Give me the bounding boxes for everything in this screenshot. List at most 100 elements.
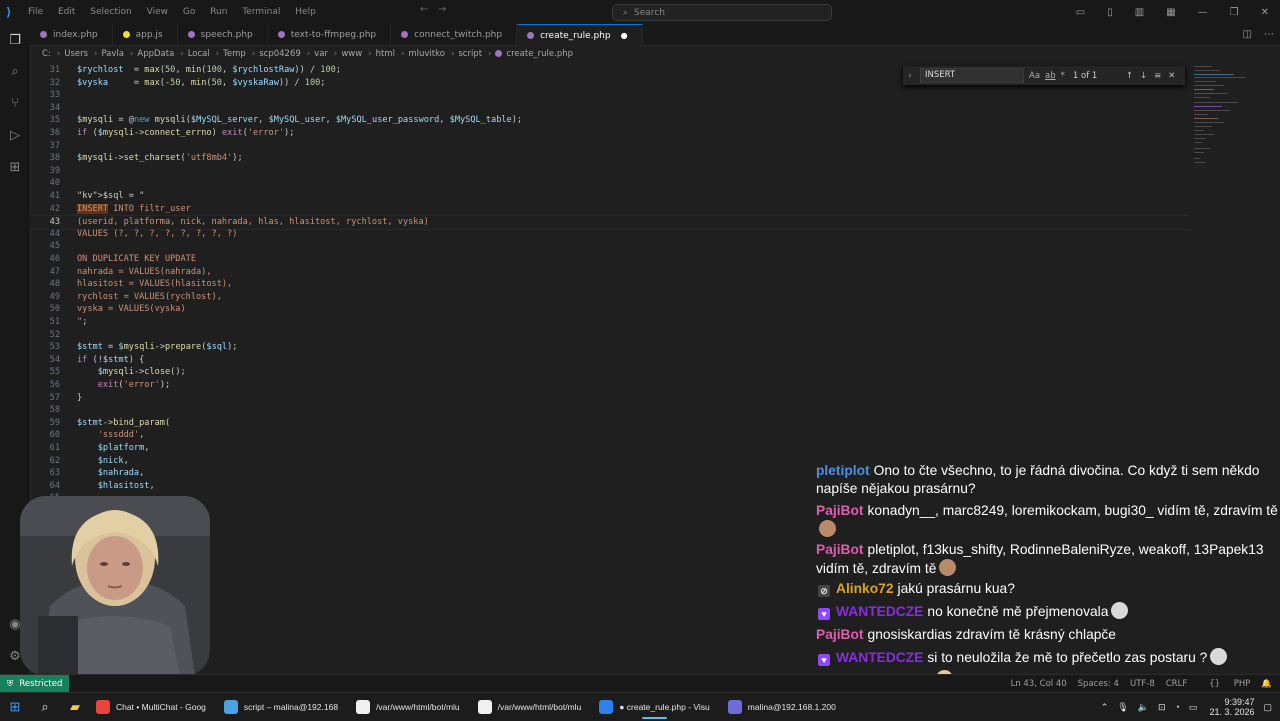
restricted-mode-indicator[interactable]: ⛨ Restricted [0, 675, 70, 692]
code-line[interactable]: 58 [30, 404, 1190, 417]
explorer-icon[interactable]: ❐ [6, 32, 24, 50]
forward-arrow-icon[interactable]: → [438, 4, 446, 15]
mic-icon[interactable]: 🎙 [1117, 702, 1128, 713]
breadcrumb-item[interactable]: scp04269 [259, 49, 301, 59]
breadcrumb-item[interactable]: mluvitko [408, 49, 445, 59]
volume-icon[interactable]: 🔈 [1138, 702, 1149, 713]
code-line[interactable]: 36 if ($mysqli->connect_errno) exit('erro… [30, 127, 1190, 140]
code-line[interactable]: 47 nahrada = VALUES(nahrada), [30, 266, 1190, 279]
file-explorer-icon[interactable]: ▰ [64, 696, 86, 718]
code-line[interactable]: 37 [30, 140, 1190, 153]
encoding[interactable]: UTF-8 [1130, 679, 1155, 689]
menu-help[interactable]: Help [295, 7, 316, 17]
menu-edit[interactable]: Edit [58, 7, 75, 17]
menu-view[interactable]: View [147, 7, 168, 17]
menu-selection[interactable]: Selection [90, 7, 131, 17]
code-line[interactable]: 51 "; [30, 316, 1190, 329]
code-line[interactable]: 40 [30, 177, 1190, 190]
tab-connect-twitch-php[interactable]: connect_twitch.php [391, 24, 518, 45]
code-line[interactable]: 52 [30, 329, 1190, 342]
minimize-icon[interactable]: — [1198, 7, 1208, 18]
taskbar-app-button[interactable]: script – malina@192.168 [218, 694, 344, 720]
back-arrow-icon[interactable]: ← [420, 4, 428, 15]
source-control-icon[interactable]: ⑂ [6, 95, 24, 113]
layout-icon[interactable]: ▯ [1107, 7, 1113, 18]
previous-match-arrow-icon[interactable]: ↑ [1126, 71, 1133, 81]
more-actions-icon[interactable]: ⋯ [1264, 29, 1274, 40]
breadcrumb-item[interactable]: Pavla [101, 49, 124, 59]
breadcrumb-item[interactable]: Local [188, 49, 210, 59]
code-editor[interactable]: 31 $rychlost = max(50, min(100, $rychlost… [30, 62, 1190, 502]
cursor-position[interactable]: Ln 43, Col 40 [1011, 679, 1067, 689]
code-line[interactable]: 41 "kv">$sql = " [30, 190, 1190, 203]
tray-overflow-chevron-icon[interactable]: ⌃ [1101, 702, 1109, 713]
breadcrumb-item[interactable]: var [314, 49, 328, 59]
code-line[interactable]: 39 [30, 165, 1190, 178]
search-icon[interactable]: ⌕ [34, 696, 56, 718]
code-line[interactable]: 44 VALUES (?, ?, ?, ?, ?, ?, ?, ?) [30, 228, 1190, 241]
code-line[interactable]: 56 exit('error'); [30, 379, 1190, 392]
layout-icon[interactable]: ▦ [1166, 7, 1175, 18]
search-icon[interactable]: ⌕ [6, 63, 24, 81]
code-line[interactable]: 55 $mysqli->close(); [30, 366, 1190, 379]
whole-word-icon[interactable]: ab [1045, 71, 1056, 81]
breadcrumb-item[interactable]: C: [42, 49, 51, 59]
run-debug-icon[interactable]: ▷ [6, 127, 24, 145]
close-icon[interactable]: ✕ [1261, 7, 1269, 18]
breadcrumb-item[interactable]: create_rule.php [506, 49, 573, 59]
breadcrumb-item[interactable]: AppData [137, 49, 174, 59]
tab-create-rule-php[interactable]: create_rule.php ● [517, 24, 643, 46]
wifi-icon[interactable]: ◔ [1174, 702, 1179, 712]
code-line[interactable]: 49 rychlost = VALUES(rychlost), [30, 291, 1190, 304]
code-line[interactable]: 48 hlasitost = VALUES(hlasitost), [30, 278, 1190, 291]
windows-start-icon[interactable]: ⊞ [4, 696, 26, 718]
regex-icon[interactable]: * [1061, 71, 1065, 81]
menu-go[interactable]: Go [183, 7, 195, 17]
extensions-icon[interactable]: ⊞ [6, 159, 24, 177]
code-line[interactable]: 61 $platform, [30, 442, 1190, 455]
split-editor-icon[interactable]: ◫ [1243, 29, 1252, 40]
code-line[interactable]: 33 [30, 89, 1190, 102]
code-line[interactable]: 59 $stmt->bind_param( [30, 417, 1190, 430]
taskbar-app-button[interactable]: malina@192.168.1.200 [722, 694, 842, 720]
code-line[interactable]: 54 if (!$stmt) { [30, 354, 1190, 367]
clock[interactable]: 9:39:47 21. 3. 2026 [1209, 697, 1254, 717]
taskbar-app-button[interactable]: ● create_rule.php - Visu [593, 694, 716, 720]
code-line[interactable]: 45 [30, 240, 1190, 253]
restore-icon[interactable]: ❐ [1230, 7, 1239, 18]
battery-icon[interactable]: ▭ [1189, 702, 1198, 713]
layout-icon[interactable]: ▥ [1135, 7, 1144, 18]
code-line[interactable]: 57} [30, 392, 1190, 405]
tab-index-php[interactable]: index.php [30, 24, 113, 45]
match-case-icon[interactable]: Aa [1029, 71, 1040, 81]
menu-terminal[interactable]: Terminal [242, 7, 280, 17]
breadcrumb-item[interactable]: html [376, 49, 395, 59]
menu-run[interactable]: Run [210, 7, 227, 17]
command-center[interactable]: ⌕ Search [612, 4, 832, 21]
code-line[interactable]: 53 $stmt = $mysqli->prepare($sql); [30, 341, 1190, 354]
code-line[interactable]: 35 $mysqli = @new mysqli($MySQL_server, $… [30, 114, 1190, 127]
end-of-line[interactable]: CRLF [1166, 679, 1187, 689]
indentation[interactable]: Spaces: 4 [1078, 679, 1119, 689]
network-icon[interactable]: ⊡ [1158, 702, 1166, 713]
taskbar-app-button[interactable]: /var/www/html/bot/mlu [472, 694, 588, 720]
code-line[interactable]: 50 vyska = VALUES(vyska) [30, 303, 1190, 316]
tab-app-js[interactable]: app.js [113, 24, 178, 45]
taskbar-app-button[interactable]: Chat • MultiChat - Goog [90, 694, 212, 720]
breadcrumb-item[interactable]: www [341, 49, 362, 59]
next-match-arrow-icon[interactable]: ↓ [1140, 71, 1147, 81]
language-mode[interactable]: {} PHP [1198, 679, 1250, 689]
breadcrumb-item[interactable]: Temp [223, 49, 246, 59]
close-find-icon[interactable]: ✕ [1168, 71, 1175, 81]
notification-center-icon[interactable]: ▢ [1263, 702, 1272, 713]
tab-speech-php[interactable]: speech.php [178, 24, 268, 45]
find-in-selection-icon[interactable]: ≡ [1154, 71, 1161, 81]
menu-file[interactable]: File [28, 7, 43, 17]
code-line[interactable]: 42 INSERT INTO filtr_user [30, 203, 1190, 216]
notifications-bell-icon[interactable]: 🔔 [1261, 679, 1272, 689]
minimap[interactable] [1192, 62, 1262, 182]
unsaved-dot-icon[interactable]: ● [621, 31, 628, 40]
code-line[interactable]: 46 ON DUPLICATE KEY UPDATE [30, 253, 1190, 266]
code-line[interactable]: 34 [30, 102, 1190, 115]
breadcrumb-item[interactable]: script [458, 49, 482, 59]
